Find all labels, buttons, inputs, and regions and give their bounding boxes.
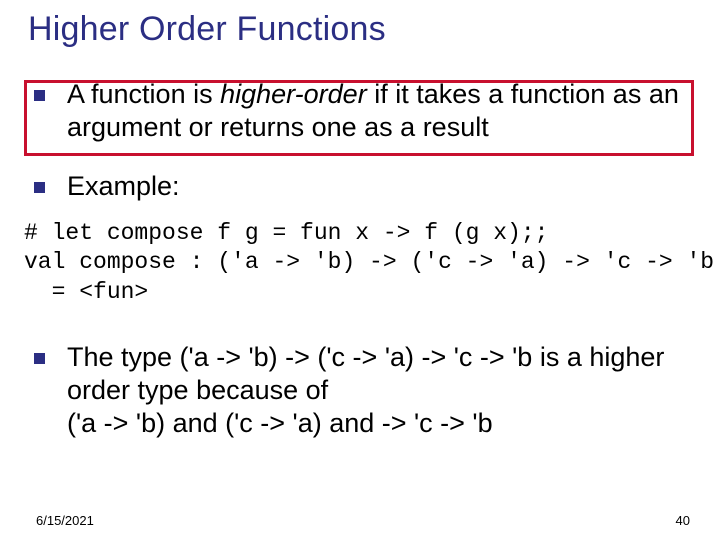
code-block: # let compose f g = fun x -> f (g x);; v… — [24, 219, 694, 307]
footer-page-number: 40 — [676, 513, 690, 528]
bullet-item-1: A function is higher-order if it takes a… — [34, 78, 694, 144]
slide: Higher Order Functions A function is hig… — [0, 0, 720, 540]
footer-date: 6/15/2021 — [36, 513, 94, 528]
bullet-text-2: Example: — [67, 170, 694, 203]
bullet-text-3: The type ('a -> 'b) -> ('c -> 'a) -> 'c … — [67, 341, 694, 440]
bullet-item-3: The type ('a -> 'b) -> ('c -> 'a) -> 'c … — [34, 341, 694, 440]
slide-body: A function is higher-order if it takes a… — [34, 78, 694, 456]
bullet-icon — [34, 90, 45, 101]
bullet-text-1: A function is higher-order if it takes a… — [67, 78, 694, 144]
bullet-icon — [34, 182, 45, 193]
bullet-icon — [34, 353, 45, 364]
bullet-item-2: Example: — [34, 170, 694, 203]
slide-title: Higher Order Functions — [28, 10, 386, 49]
bullet-1-pre: A function is — [67, 79, 220, 109]
bullet-1-em: higher-order — [220, 79, 367, 109]
